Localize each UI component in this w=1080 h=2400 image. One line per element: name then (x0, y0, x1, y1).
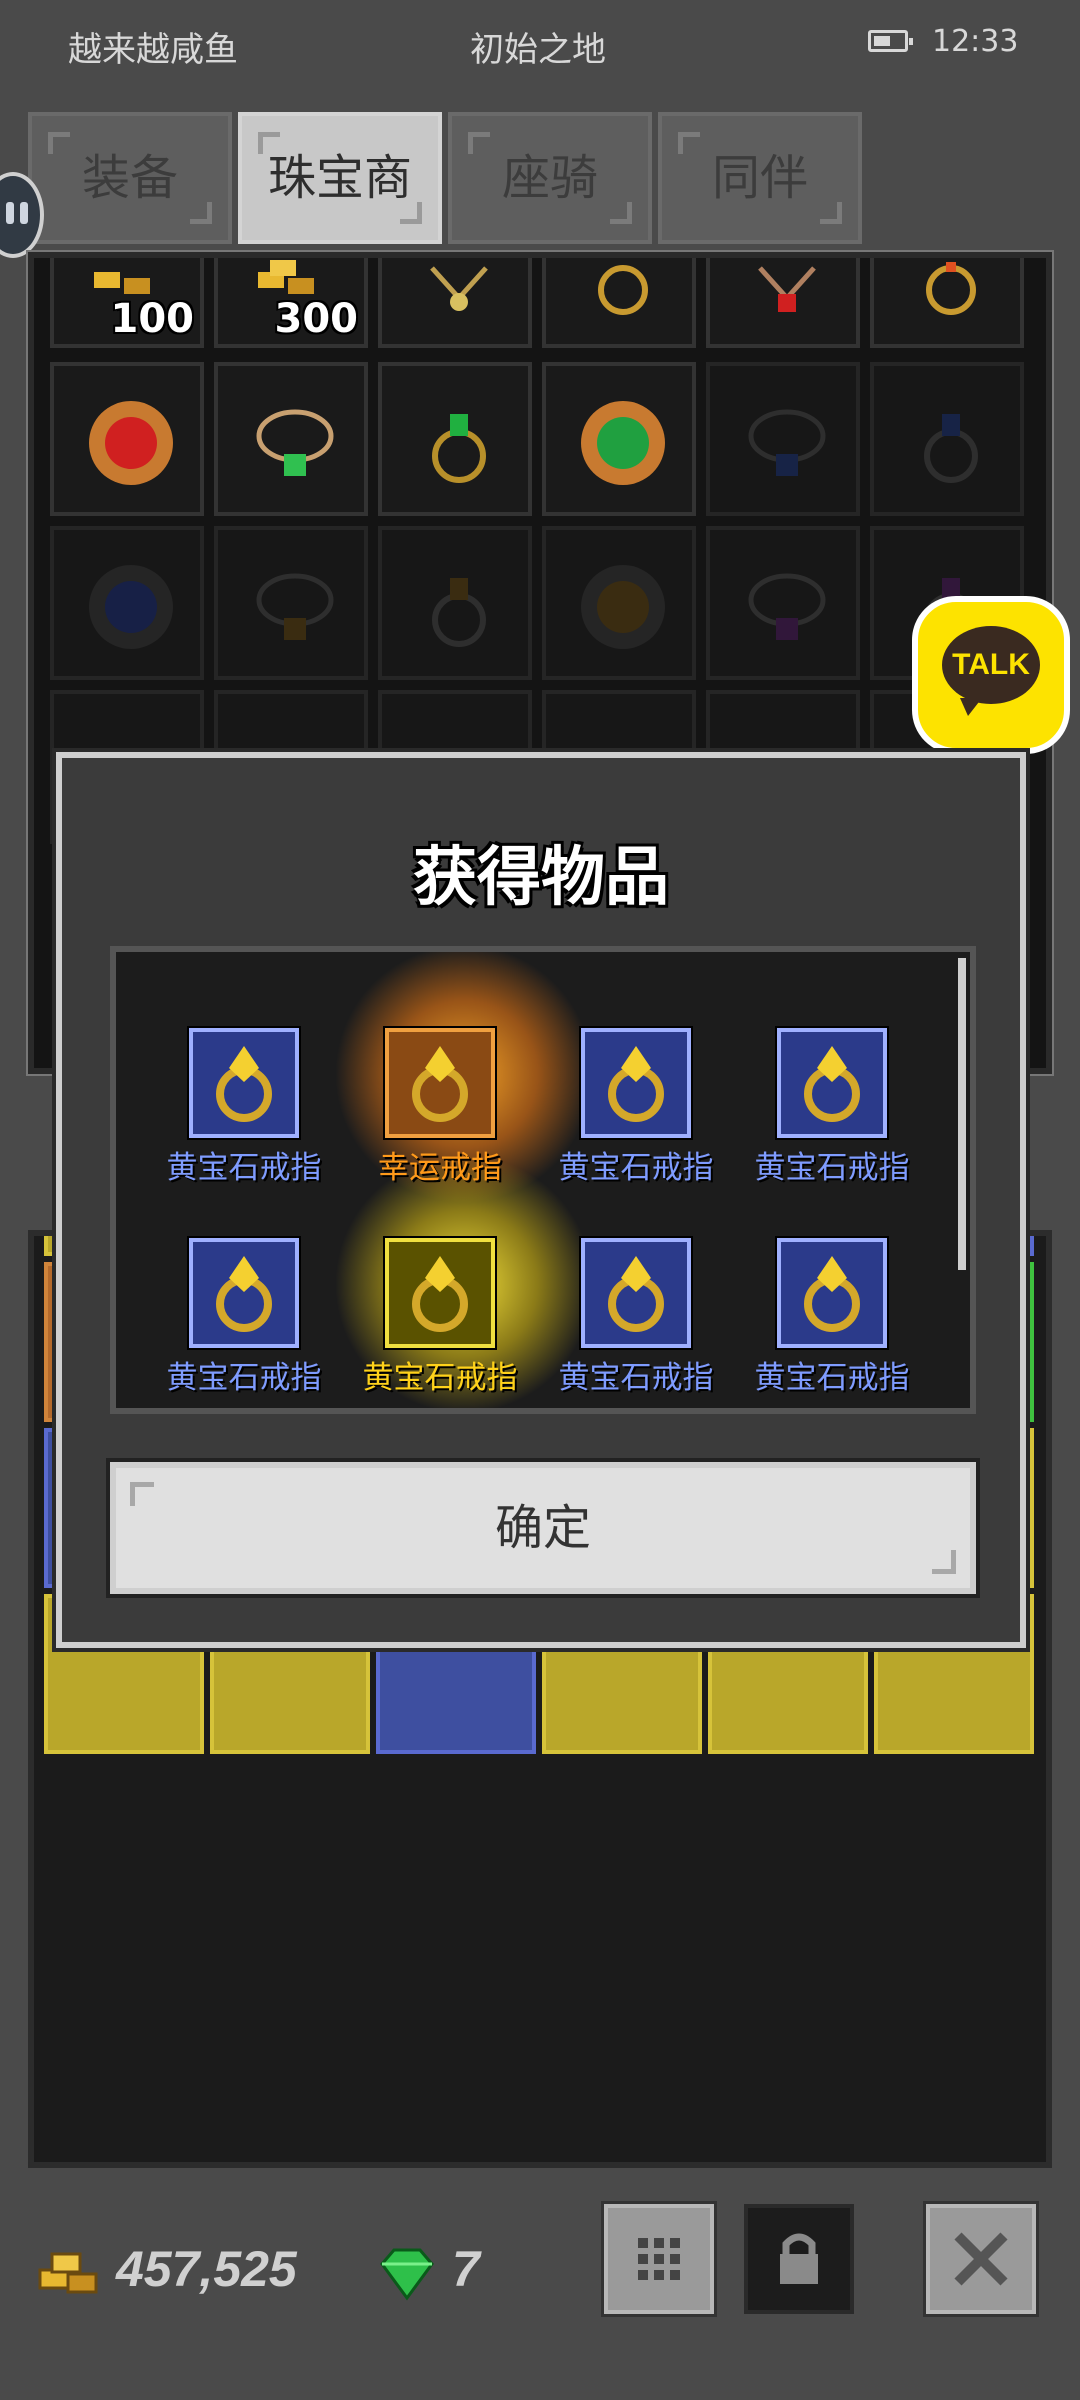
ring-icon (926, 262, 976, 315)
confirm-button[interactable]: 确定 (106, 1458, 980, 1598)
inventory-slot[interactable] (50, 362, 204, 516)
inventory-slot[interactable] (50, 526, 204, 680)
inventory-slot[interactable] (542, 258, 696, 348)
necklace-icon (758, 266, 816, 312)
status-bar: 越来越咸鱼 初始之地 12:33 (0, 0, 1080, 88)
lock-button[interactable] (744, 2204, 854, 2314)
inventory-slot[interactable] (542, 362, 696, 516)
item-name: 黄宝石戒指 (558, 1150, 714, 1186)
dialog-title: 获得物品 (413, 841, 669, 915)
grid-view-button[interactable] (601, 2201, 717, 2317)
item-count: 300 (274, 296, 359, 342)
inventory-slot[interactable] (870, 258, 1024, 348)
reward-item[interactable]: 幸运戒指 (350, 1026, 530, 1187)
inventory-slot[interactable] (542, 526, 696, 680)
gold-amount: 457,525 (116, 2241, 297, 2297)
topaz-ring-icon (432, 578, 486, 647)
emerald-gem-icon (380, 2248, 434, 2301)
item-name: 黄宝石戒指 (754, 1150, 910, 1186)
confirm-label: 确定 (494, 1500, 591, 1556)
item-obtained-dialog: 获得物品 黄宝石戒指 幸运戒指 黄宝石戒指 黄宝石戒指 黄宝石戒指 黄宝石戒指 … (52, 748, 1030, 1652)
tab-label: 座骑 (501, 150, 598, 206)
inventory-slot[interactable] (706, 258, 860, 348)
inventory-slot[interactable] (706, 362, 860, 516)
inventory-slot[interactable]: 300 (214, 258, 368, 348)
topaz-ring-icon (216, 1046, 272, 1122)
sapphire-ring-icon (924, 414, 978, 483)
lucky-ring-icon (412, 1046, 468, 1122)
ring-icon (598, 265, 648, 315)
ring-frame (383, 1026, 497, 1140)
inventory-slot[interactable]: 100 (50, 258, 204, 348)
topaz-ring-icon (216, 1256, 272, 1332)
status-time: 12:33 (932, 24, 1019, 59)
tab-label: 同伴 (711, 150, 808, 206)
item-name: 黄宝石戒指 (558, 1360, 714, 1396)
inventory-slot[interactable] (378, 526, 532, 680)
emerald-ring-icon (432, 414, 486, 483)
inventory-slot[interactable] (214, 526, 368, 680)
topaz-ring-icon (608, 1046, 664, 1122)
emerald-necklace-icon (256, 409, 334, 476)
gold-icon (38, 2252, 98, 2294)
reward-item[interactable]: 黄宝石戒指 (350, 1236, 530, 1397)
tab-equipment[interactable]: 装备 (28, 112, 232, 244)
ring-frame (579, 1236, 693, 1350)
inventory-slot[interactable] (378, 362, 532, 516)
status-left-text: 越来越咸鱼 (68, 30, 238, 70)
inventory-slot[interactable] (214, 362, 368, 516)
reward-item[interactable]: 黄宝石戒指 (154, 1236, 334, 1397)
topaz-ring-icon (412, 1256, 468, 1332)
tab-label: 珠宝商 (267, 150, 412, 206)
close-button[interactable] (923, 2201, 1039, 2317)
close-icon (954, 2232, 1008, 2286)
sapphire-necklace-icon (748, 409, 826, 476)
status-center-text: 初始之地 (470, 30, 606, 70)
ring-frame (775, 1026, 889, 1140)
battery-icon (868, 30, 913, 52)
ring-frame (187, 1236, 301, 1350)
ring-frame (579, 1026, 693, 1140)
ring-frame (383, 1236, 497, 1350)
tab-mount[interactable]: 座骑 (448, 112, 652, 244)
tab-label: 装备 (81, 150, 178, 206)
reward-item[interactable]: 黄宝石戒指 (742, 1236, 922, 1397)
item-name: 黄宝石戒指 (362, 1360, 518, 1396)
sapphire-amulet-icon (89, 565, 173, 649)
reward-item[interactable]: 黄宝石戒指 (546, 1026, 726, 1187)
item-name: 幸运戒指 (378, 1150, 502, 1186)
gem-amount: 7 (452, 2241, 480, 2297)
topaz-ring-icon (804, 1046, 860, 1122)
scrollbar[interactable] (958, 958, 966, 1270)
item-name: 黄宝石戒指 (166, 1360, 322, 1396)
ruby-amulet-icon (89, 401, 173, 485)
emerald-amulet-icon (581, 401, 665, 485)
topaz-ring-icon (608, 1256, 664, 1332)
item-name: 黄宝石戒指 (754, 1360, 910, 1396)
necklace-icon (430, 266, 488, 311)
item-count: 100 (110, 296, 195, 342)
bottom-bar: 457,525 7 (0, 2168, 1080, 2400)
reward-item[interactable]: 黄宝石戒指 (154, 1026, 334, 1187)
padlock-icon (780, 2233, 818, 2284)
reward-list[interactable]: 黄宝石戒指 幸运戒指 黄宝石戒指 黄宝石戒指 黄宝石戒指 黄宝石戒指 黄宝石戒指… (110, 946, 976, 1414)
inventory-slot[interactable] (378, 258, 532, 348)
topaz-ring-icon (804, 1256, 860, 1332)
amethyst-necklace-icon (748, 573, 826, 640)
ring-frame (187, 1026, 301, 1140)
kakao-talk-button[interactable]: TALK (912, 596, 1070, 754)
item-name: 黄宝石戒指 (166, 1150, 322, 1186)
tab-companion[interactable]: 同伴 (658, 112, 862, 244)
ring-frame (775, 1236, 889, 1350)
inventory-slot[interactable] (870, 362, 1024, 516)
grid-icon (638, 2238, 680, 2280)
topaz-amulet-icon (581, 565, 665, 649)
reward-item[interactable]: 黄宝石戒指 (742, 1026, 922, 1187)
reward-item[interactable]: 黄宝石戒指 (546, 1236, 726, 1397)
topaz-necklace-icon (256, 573, 334, 640)
inventory-slot[interactable] (706, 526, 860, 680)
talk-label: TALK (942, 626, 1040, 716)
tab-jeweler[interactable]: 珠宝商 (238, 112, 442, 244)
